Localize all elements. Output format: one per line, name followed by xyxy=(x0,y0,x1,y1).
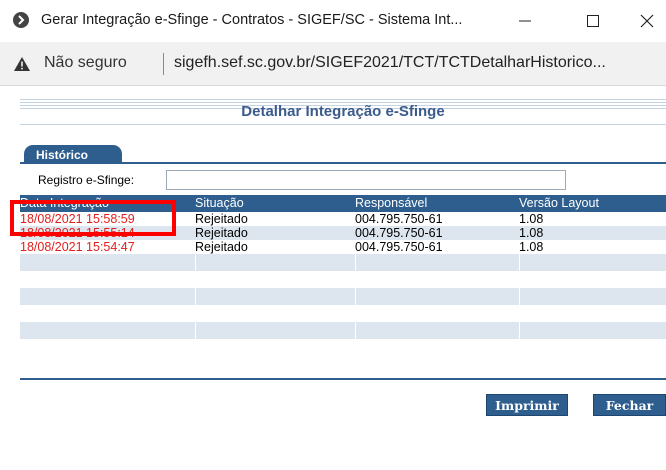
cell-situacao: Rejeitado xyxy=(195,240,248,254)
maximize-button[interactable] xyxy=(578,8,608,34)
tab-historico[interactable]: Histórico xyxy=(24,145,122,163)
cell-responsavel: 004.795.750-61 xyxy=(355,212,443,226)
minimize-icon xyxy=(519,20,531,22)
cell-responsavel: 004.795.750-61 xyxy=(355,240,443,254)
cell-versao: 1.08 xyxy=(519,226,544,240)
cell-versao: 1.08 xyxy=(519,240,544,254)
cell-responsavel: 004.795.750-61 xyxy=(355,226,443,240)
table-row[interactable]: 18/08/2021 15:54:47 Rejeitado 004.795.75… xyxy=(20,240,666,254)
minimize-button[interactable] xyxy=(510,8,540,34)
header-responsavel[interactable]: Responsável xyxy=(355,196,427,210)
browser-app-icon xyxy=(13,12,29,28)
header-situacao[interactable]: Situação xyxy=(195,196,244,210)
empty-row xyxy=(20,322,666,339)
cell-situacao: Rejeitado xyxy=(195,226,248,240)
table-bottom-border xyxy=(20,378,666,380)
print-button[interactable]: Imprimir xyxy=(486,394,568,416)
maximize-icon xyxy=(587,15,599,27)
warning-icon[interactable] xyxy=(13,56,31,72)
title-bar: Gerar Integração e-Sfinge - Contratos - … xyxy=(0,0,666,42)
registro-input[interactable] xyxy=(166,170,566,190)
address-bar[interactable]: Não seguro sigefh.sef.sc.gov.br/SIGEF202… xyxy=(0,42,666,86)
page-content: Detalhar Integração e-Sfinge Histórico R… xyxy=(0,86,666,470)
close-button[interactable]: Fechar xyxy=(593,394,666,416)
close-window-button[interactable] xyxy=(632,8,662,34)
title-divider xyxy=(20,124,666,125)
window-title: Gerar Integração e-Sfinge - Contratos - … xyxy=(41,12,463,28)
header-versao-layout[interactable]: Versão Layout xyxy=(519,196,599,210)
url-text[interactable]: sigefh.sef.sc.gov.br/SIGEF2021/TCT/TCTDe… xyxy=(174,54,606,72)
page-title: Detalhar Integração e-Sfinge xyxy=(241,103,445,120)
empty-row xyxy=(20,254,666,271)
empty-row xyxy=(20,288,666,305)
empty-row xyxy=(20,339,666,356)
not-secure-label[interactable]: Não seguro xyxy=(44,54,127,72)
highlight-box xyxy=(10,200,176,236)
tab-divider xyxy=(20,162,666,164)
cell-date: 18/08/2021 15:54:47 xyxy=(20,240,135,254)
close-icon xyxy=(640,14,654,28)
cell-versao: 1.08 xyxy=(519,212,544,226)
address-separator xyxy=(163,53,164,75)
empty-row xyxy=(20,271,666,288)
registro-label: Registro e-Sfinge: xyxy=(38,173,135,187)
empty-row xyxy=(20,305,666,322)
cell-situacao: Rejeitado xyxy=(195,212,248,226)
